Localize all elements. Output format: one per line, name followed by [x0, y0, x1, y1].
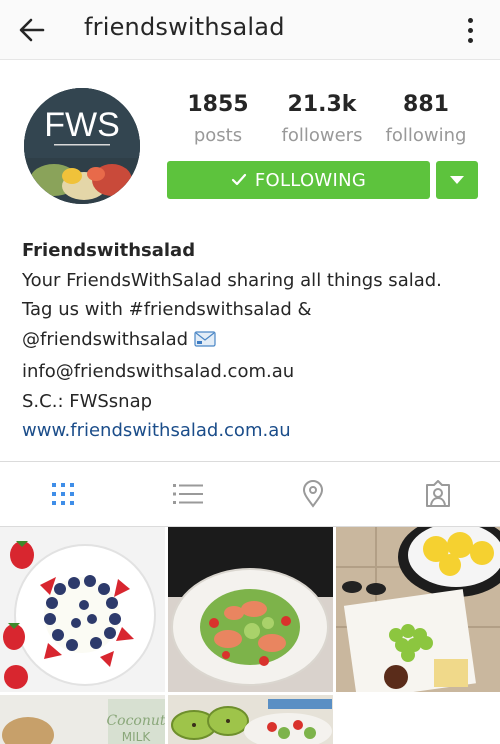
following-button-label: FOLLOWING	[254, 169, 367, 191]
post-image	[0, 527, 165, 692]
bio-line: Tag us with #friendswithsalad &	[22, 299, 312, 320]
more-options-button[interactable]	[458, 12, 482, 48]
posts-grid: Coconut MILK	[0, 527, 500, 744]
avatar-logo-text: FWS	[44, 106, 120, 144]
post-image: Coconut MILK	[0, 695, 165, 744]
bio-email: info@friendswithsalad.com.au	[22, 361, 295, 382]
profile-bio: Friendswithsalad Your FriendsWithSalad s…	[22, 236, 482, 446]
caret-down-icon	[450, 176, 464, 184]
followers-count: 21.3k	[287, 92, 357, 117]
post-image	[336, 527, 500, 692]
bio-line-mention: @friendswithsalad	[22, 325, 482, 358]
profile-stats: 1855 posts 21.3k followers 881 following	[166, 90, 478, 148]
posts-stat[interactable]: 1855 posts	[166, 90, 270, 148]
post-shrimp-salad[interactable]	[168, 527, 333, 692]
post-coconut-milk[interactable]: Coconut MILK	[0, 695, 165, 744]
profile-username-title: friendswithsalad	[84, 13, 285, 41]
avatar-image: FWS	[24, 88, 140, 204]
checkmark-icon	[231, 173, 246, 186]
profile-view-tabs	[0, 461, 500, 527]
bio-line: S.C.: FWSsnap	[22, 390, 153, 412]
more-vertical-icon	[467, 17, 473, 23]
website-link[interactable]: www.friendswithsalad.com.au	[22, 416, 482, 446]
following-count: 881	[403, 92, 449, 117]
post-lemons-grapes[interactable]	[336, 527, 500, 692]
profile-avatar[interactable]: FWS	[24, 88, 140, 204]
app-bar: friendswithsalad	[0, 0, 500, 60]
post-yogurt-berries[interactable]	[0, 527, 165, 692]
location-pin-icon	[302, 480, 323, 508]
tab-list-view[interactable]	[125, 462, 250, 526]
follow-actions: FOLLOWING	[167, 161, 478, 199]
post-kiwi-salad[interactable]	[168, 695, 333, 744]
mention-text: @friendswithsalad	[22, 328, 189, 350]
post-image	[168, 527, 333, 692]
tagged-person-icon	[425, 480, 450, 507]
following-label: following	[385, 125, 467, 146]
posts-label: posts	[193, 125, 243, 146]
tab-tagged-view[interactable]	[375, 462, 500, 526]
followers-label: followers	[281, 125, 363, 146]
following-button[interactable]: FOLLOWING	[167, 161, 430, 199]
grid-icon	[51, 483, 74, 505]
tab-grid-view[interactable]	[0, 462, 125, 526]
back-button[interactable]	[14, 12, 50, 48]
followers-stat[interactable]: 21.3k followers	[270, 90, 374, 148]
arrow-left-icon	[19, 18, 45, 42]
profile-full-name: Friendswithsalad	[22, 240, 196, 261]
svg-text:Coconut: Coconut	[106, 713, 165, 729]
post-image	[168, 695, 333, 744]
list-icon	[172, 484, 203, 504]
email-icon	[194, 328, 216, 358]
bio-line: Your FriendsWithSalad sharing all things…	[22, 269, 442, 291]
svg-text:MILK: MILK	[122, 730, 152, 744]
posts-count: 1855	[187, 92, 249, 117]
following-stat[interactable]: 881 following	[374, 90, 478, 148]
tab-map-view[interactable]	[250, 462, 375, 526]
suggestions-dropdown-button[interactable]	[436, 161, 478, 199]
